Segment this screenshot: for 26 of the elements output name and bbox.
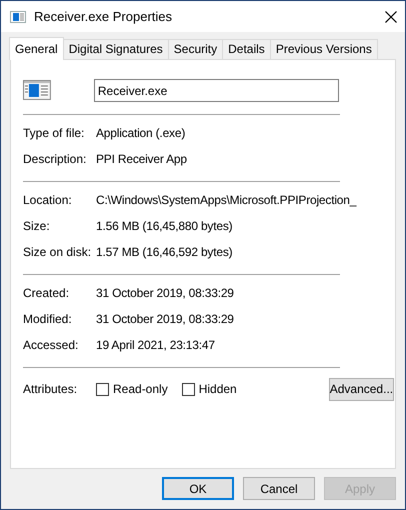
checkbox-label: Hidden (198, 381, 237, 398)
property-label: Description: (23, 151, 88, 168)
tab[interactable]: Previous Versions (270, 39, 378, 59)
property-value: PPI Receiver App (96, 151, 187, 168)
property-value: C:\Windows\SystemApps\Microsoft.PPIProjection_ (96, 192, 356, 209)
property-label: Created: (23, 285, 70, 302)
tab[interactable]: General (9, 37, 64, 60)
checkbox-label: Read-only (113, 381, 168, 398)
property-value: Application (.exe) (96, 125, 186, 142)
property-label: Size on disk: (23, 244, 92, 261)
advanced-button[interactable]: Advanced... (328, 378, 394, 400)
dialog-button[interactable]: OK (162, 477, 234, 500)
property-value: 1.57 MB (16,46,592 bytes) (96, 244, 232, 261)
property-value: 1.56 MB (16,45,880 bytes) (96, 218, 232, 235)
property-label: Modified: (23, 311, 73, 328)
property-label: Location: (23, 192, 73, 209)
property-label: Type of file: (23, 125, 86, 142)
property-value: 31 October 2019, 08:33:29 (96, 311, 234, 328)
property-value: 19 April 2021, 23:13:47 (96, 337, 215, 354)
property-label: Size: (23, 218, 51, 235)
attributes-label: Attributes: (23, 381, 78, 398)
property-label: Accessed: (23, 337, 80, 354)
file-name-field[interactable]: Receiver.exe (94, 79, 339, 102)
property-value: 31 October 2019, 08:33:29 (96, 285, 234, 302)
window-title: Receiver.exe Properties (34, 8, 174, 26)
dialog-button[interactable]: Cancel (243, 477, 315, 500)
